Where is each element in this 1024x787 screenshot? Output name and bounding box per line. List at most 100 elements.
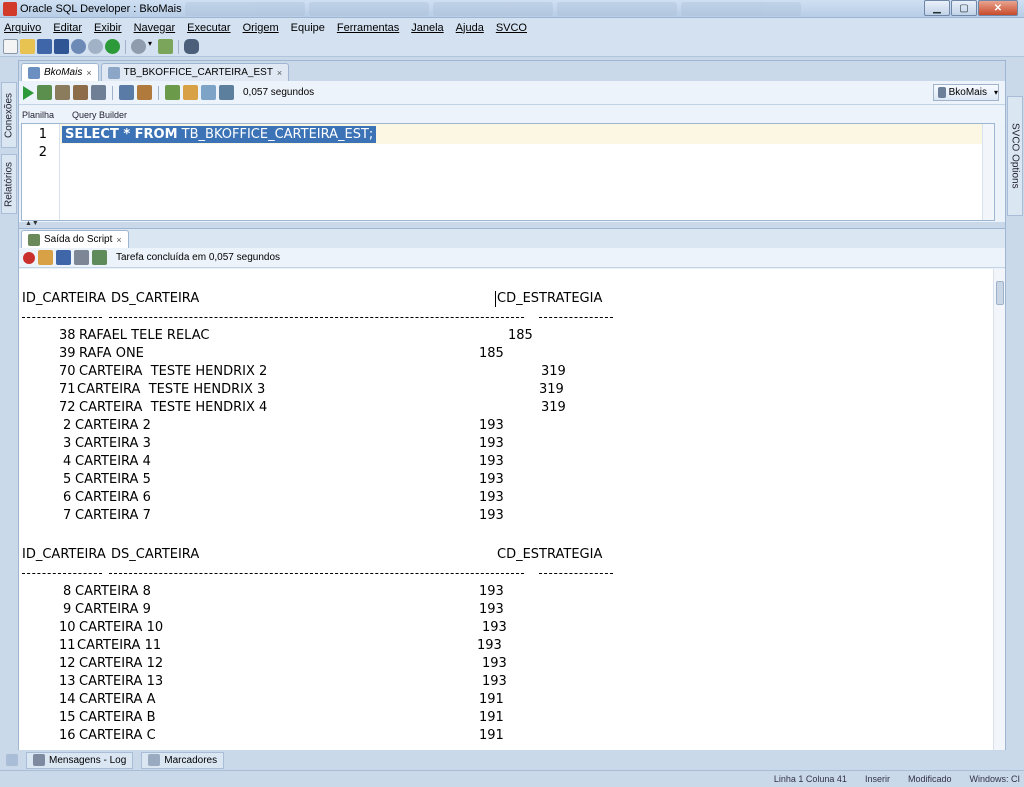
tab-bookmarks[interactable]: Marcadores (141, 751, 225, 769)
format-icon[interactable] (219, 85, 234, 100)
sql-history-icon[interactable] (165, 85, 180, 100)
tab-script-output[interactable]: Saída do Script × (21, 230, 129, 248)
close-button[interactable]: ✕ (978, 0, 1018, 16)
menu-svco[interactable]: SVCO (496, 22, 527, 34)
tab-table[interactable]: TB_BKOFFICE_CARTEIRA_EST × (100, 63, 290, 81)
close-icon[interactable]: × (277, 68, 282, 78)
cell-id: 14 (59, 692, 76, 707)
window-title: Oracle SQL Developer : BkoMais (20, 2, 182, 15)
menu-ajuda[interactable]: Ajuda (456, 22, 484, 34)
cell-cd: 193 (482, 656, 507, 671)
connection-select[interactable]: BkoMais ▾ (933, 84, 999, 101)
binoculars-icon[interactable] (184, 39, 199, 54)
header-separator (109, 573, 524, 574)
close-icon[interactable]: × (116, 235, 121, 245)
undo-icon[interactable] (71, 39, 86, 54)
side-tab-svco-options[interactable]: SVCO Options (1007, 96, 1023, 216)
editor-scrollbar[interactable] (982, 124, 994, 220)
table-icon (107, 66, 120, 79)
export-icon[interactable] (92, 250, 107, 265)
document-tabs: BkoMais × TB_BKOFFICE_CARTEIRA_EST × (19, 61, 1005, 81)
explain-plan-icon[interactable] (91, 85, 106, 100)
menu-origem[interactable]: Origem (243, 22, 279, 34)
tab-query-builder[interactable]: Query Builder (72, 110, 127, 120)
menu-ferramentas[interactable]: Ferramentas (337, 22, 399, 34)
cell-id: 7 (63, 508, 72, 523)
run-icon[interactable] (105, 39, 120, 54)
commit-icon[interactable] (55, 85, 70, 100)
sql-editor[interactable]: 1 2 SELECT * FROM TB_BKOFFICE_CARTEIRA_E… (21, 123, 995, 221)
back-icon[interactable] (131, 39, 146, 54)
cell-id: 39 (59, 346, 76, 361)
cell-id: 72 (59, 400, 76, 415)
cursor-position: Linha 1 Coluna 41 (773, 774, 847, 784)
menu-arquivo[interactable]: Arquivo (4, 22, 41, 34)
tab-planilha[interactable]: Planilha (22, 110, 54, 120)
cell-id: 3 (63, 436, 72, 451)
script-output[interactable]: ID_CARTEIRA DS_CARTEIRA CD_ESTRATEGIA 38… (19, 269, 1005, 750)
pencil-icon[interactable] (183, 85, 198, 100)
cell-cd: 193 (479, 454, 504, 469)
print-icon[interactable] (74, 250, 89, 265)
tab-bkomais[interactable]: BkoMais × (21, 63, 99, 81)
cell-ds: CARTEIRA TESTE HENDRIX 4 (79, 400, 268, 415)
side-tab-reports[interactable]: Relatórios (1, 154, 17, 214)
sql-keywords: SELECT * FROM (65, 127, 178, 142)
minimize-button[interactable]: ▁ (924, 0, 950, 16)
line-number: 1 (38, 127, 47, 142)
cell-id: 4 (63, 454, 72, 469)
menu-editar[interactable]: Editar (53, 22, 82, 34)
autotrace-icon[interactable] (119, 85, 134, 100)
restore-panel-icon[interactable] (6, 754, 18, 766)
cell-ds: CARTEIRA 8 (75, 584, 151, 599)
scroll-thumb[interactable] (996, 281, 1004, 305)
output-tabs: Saída do Script × (19, 228, 1005, 248)
sql-tuning-icon[interactable] (201, 85, 216, 100)
sql-statement[interactable]: SELECT * FROM TB_BKOFFICE_CARTEIRA_EST; (62, 126, 377, 143)
pin-icon[interactable] (23, 251, 35, 264)
worksheet-subtabs: Planilha Query Builder (19, 106, 1005, 123)
column-header-ds: DS_CARTEIRA (111, 291, 200, 306)
header-separator (22, 573, 102, 574)
cell-id: 8 (63, 584, 72, 599)
run-statement-icon[interactable] (23, 85, 34, 100)
close-icon[interactable]: × (86, 68, 91, 78)
cell-cd: 319 (539, 382, 564, 397)
cell-cd: 185 (508, 328, 533, 343)
new-file-icon[interactable] (3, 39, 18, 54)
pencil-icon[interactable] (38, 250, 53, 265)
redo-icon[interactable] (88, 39, 103, 54)
cell-id: 38 (59, 328, 76, 343)
cell-cd: 319 (541, 400, 566, 415)
collapse-arrows-icon[interactable]: ▲▼ (25, 220, 39, 227)
chevron-down-icon[interactable]: ▾ (148, 39, 156, 54)
open-folder-icon[interactable] (20, 39, 35, 54)
menu-equipe[interactable]: Equipe (291, 22, 325, 34)
save-all-icon[interactable] (54, 39, 69, 54)
run-script-icon[interactable] (37, 85, 52, 100)
save-icon[interactable] (37, 39, 52, 54)
cell-ds: CARTEIRA 9 (75, 602, 151, 617)
menu-janela[interactable]: Janela (411, 22, 443, 34)
worksheet-icon (28, 66, 40, 79)
menu-exibir[interactable]: Exibir (94, 22, 122, 34)
cell-ds: CARTEIRA 12 (79, 656, 164, 671)
cell-ds: CARTEIRA 2 (75, 418, 151, 433)
header-separator (22, 317, 102, 318)
sql-worksheet-icon[interactable] (158, 39, 173, 54)
maximize-button[interactable]: ▢ (951, 0, 977, 16)
side-tab-connections[interactable]: Conexões (1, 82, 17, 148)
save-icon[interactable] (56, 250, 71, 265)
menu-navegar[interactable]: Navegar (134, 22, 176, 34)
cell-cd: 193 (479, 602, 504, 617)
edit-mode: Inserir (864, 774, 890, 784)
rollback-icon[interactable] (73, 85, 88, 100)
tab-messages-log[interactable]: Mensagens - Log (26, 751, 134, 769)
cell-id: 16 (59, 728, 76, 743)
cell-cd: 193 (479, 472, 504, 487)
output-scrollbar[interactable] (993, 269, 1005, 750)
cell-ds: CARTEIRA A (79, 692, 156, 707)
clear-icon[interactable] (137, 85, 152, 100)
menu-executar[interactable]: Executar (187, 22, 230, 34)
cell-ds: CARTEIRA 13 (79, 674, 164, 689)
